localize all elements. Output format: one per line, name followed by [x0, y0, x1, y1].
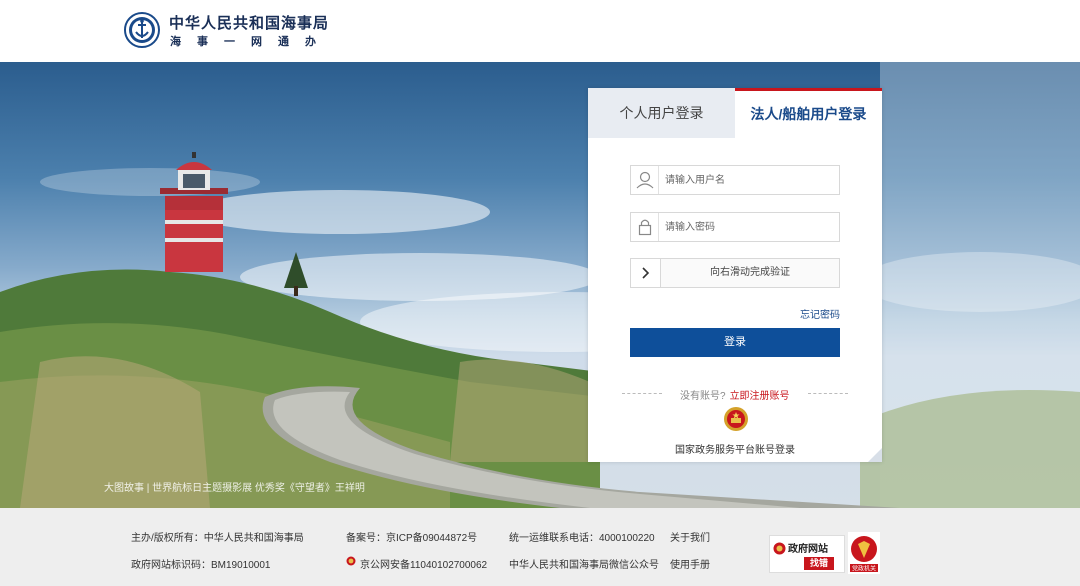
- site-subtitle: 海事一网通办: [170, 36, 332, 48]
- site-footer: 主办/版权所有：中华人民共和国海事局 备案号：京ICP备09044872号 统一…: [0, 508, 1080, 586]
- login-button[interactable]: 登录: [630, 328, 840, 357]
- password-field: [630, 212, 840, 242]
- gov-platform-login-link[interactable]: 国家政务服务平台账号登录: [588, 441, 882, 456]
- login-panel: 个人用户登录 法人/船舶用户登录 向右滑动完成验证 忘记密码 登录 没有账号? 立…: [588, 88, 882, 462]
- user-icon: [631, 166, 659, 194]
- msa-emblem-icon[interactable]: [124, 12, 160, 48]
- tab-personal-login[interactable]: 个人用户登录: [588, 88, 735, 138]
- no-account-text: 没有账号?: [680, 391, 726, 402]
- panel-corner: [868, 448, 882, 462]
- hero-banner: 大图故事 | 世界航标日主题摄影展 优秀奖《守望者》王祥明: [0, 62, 1080, 508]
- footer-site-code: 政府网站标识码：BM19010001: [131, 560, 271, 571]
- footer-manual-link[interactable]: 使用手册: [670, 556, 710, 571]
- slider-handle[interactable]: [631, 259, 661, 287]
- forgot-password-link[interactable]: 忘记密码: [800, 306, 840, 321]
- badge-action: 找错: [804, 557, 834, 570]
- national-emblem-icon[interactable]: [723, 406, 749, 432]
- site-title: 中华人民共和国海事局: [169, 15, 330, 32]
- username-input[interactable]: [665, 170, 833, 190]
- divider: [808, 393, 848, 394]
- lighthouse-landscape-image: [0, 62, 1080, 508]
- footer-icp[interactable]: 备案号：京ICP备09044872号: [346, 529, 477, 544]
- register-prompt: 没有账号? 立即注册账号: [680, 387, 790, 402]
- gov-site-error-badge[interactable]: 政府网站 找错: [769, 535, 845, 573]
- username-field: [630, 165, 840, 195]
- chevron-right-icon: [642, 267, 650, 279]
- site-header: 中华人民共和国海事局 海事一网通办: [0, 0, 1080, 62]
- badge-party-text: 党政机关: [852, 565, 876, 573]
- footer-about-link[interactable]: 关于我们: [670, 529, 710, 544]
- footer-wechat-link[interactable]: 中华人民共和国海事局微信公众号: [509, 556, 659, 571]
- footer-hotline: 统一运维联系电话：4000100220: [509, 533, 655, 544]
- hero-caption[interactable]: 大图故事 | 世界航标日主题摄影展 优秀奖《守望者》王祥明: [104, 479, 365, 494]
- login-tabs: 个人用户登录 法人/船舶用户登录: [588, 88, 882, 138]
- divider: [622, 393, 662, 394]
- police-badge-icon: [346, 556, 356, 566]
- lock-icon: [631, 213, 659, 241]
- slider-text: 向右滑动完成验证: [710, 267, 790, 278]
- footer-owner: 主办/版权所有：中华人民共和国海事局: [131, 533, 304, 544]
- tab-legal-ship-login[interactable]: 法人/船舶用户登录: [735, 88, 882, 138]
- register-link[interactable]: 立即注册账号: [730, 391, 790, 402]
- national-emblem-icon: [773, 542, 786, 555]
- slide-verification[interactable]: 向右滑动完成验证: [630, 258, 840, 288]
- party-government-badge[interactable]: 党政机关: [848, 532, 880, 574]
- footer-police-record[interactable]: 京公网安备11040102700062: [360, 556, 487, 571]
- badge-title: 政府网站: [788, 544, 828, 555]
- password-input[interactable]: [665, 217, 833, 237]
